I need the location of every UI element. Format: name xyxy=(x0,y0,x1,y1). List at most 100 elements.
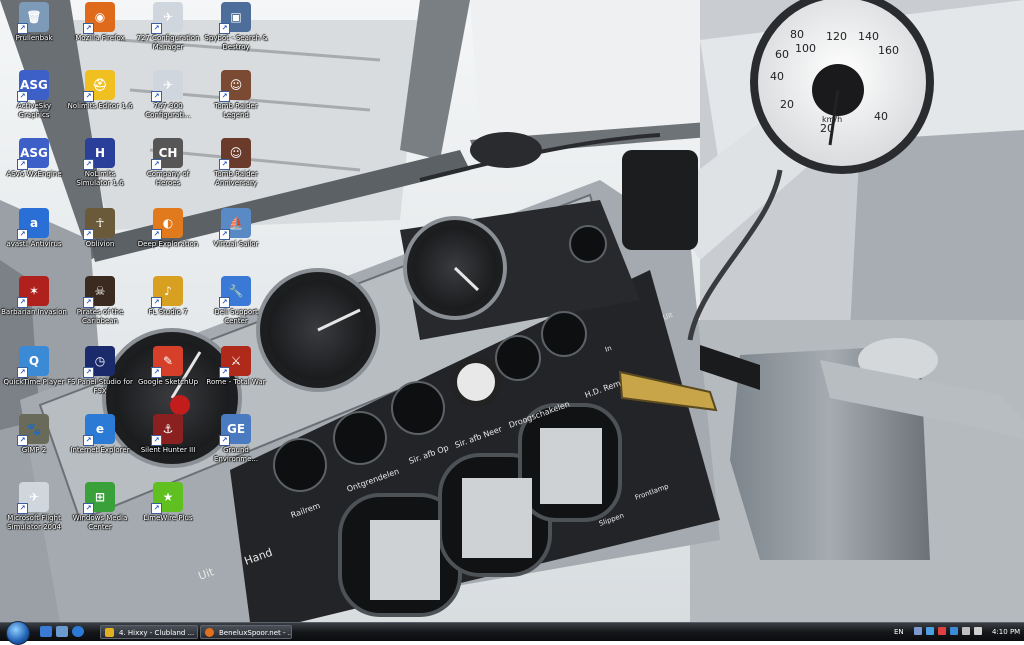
network-icon[interactable] xyxy=(926,627,934,635)
shortcut-arrow-icon: ↗ xyxy=(219,91,230,102)
desktop-icon[interactable]: 🐾 ↗ GIMP 2 xyxy=(0,412,68,478)
desktop-icon-label: Barbarian Invasion xyxy=(1,308,67,316)
silent-hunter-icon: ⚓ ↗ xyxy=(151,414,183,446)
flight-sim-icon: ✈ ↗ xyxy=(17,482,49,514)
desktop-icon-label: NoLimits Simulator 1.6 xyxy=(76,170,124,187)
shortcut-arrow-icon: ↗ xyxy=(151,91,162,102)
quicktime-icon: Q ↗ xyxy=(17,346,49,378)
firefox-icon: ◉ ↗ xyxy=(83,2,115,34)
shortcut-arrow-icon: ↗ xyxy=(83,367,94,378)
desktop-icon-label: Spybot - Search & Destroy xyxy=(204,34,268,51)
avast-icon: a ↗ xyxy=(17,208,49,240)
shortcut-arrow-icon: ↗ xyxy=(151,23,162,34)
desktop-icon[interactable]: ♪ ↗ FL Studio 7 xyxy=(134,274,202,340)
taskbar: 4. Hixxy - Clubland ... BeneluxSpoor.net… xyxy=(0,621,1024,645)
desktop-icon[interactable]: ◷ ↗ FS Panel Studio for FSX xyxy=(66,344,134,410)
desktop-icon-label: ActiveSky Graphics xyxy=(16,102,52,119)
desktop-icon[interactable]: ▣ ↗ Spybot - Search & Destroy xyxy=(202,0,270,66)
security-icon[interactable] xyxy=(938,627,946,635)
desktop-icon[interactable]: ☠ ↗ Pirates of the Caribbean xyxy=(66,274,134,340)
shortcut-arrow-icon: ↗ xyxy=(17,435,28,446)
desktop-icon-label: Pirates of the Caribbean xyxy=(76,308,124,325)
desktop-icon[interactable]: 🗑 ↗ Prullenbak xyxy=(0,0,68,66)
shortcut-arrow-icon: ↗ xyxy=(219,229,230,240)
fl-studio-icon: ♪ ↗ xyxy=(151,276,183,308)
shortcut-arrow-icon: ↗ xyxy=(83,229,94,240)
taskbar-button-beneluxspoor[interactable]: BeneluxSpoor.net - ... xyxy=(200,625,292,639)
desktop-icon[interactable]: ⊞ ↗ Windows Media Center xyxy=(66,480,134,546)
desktop-icon[interactable]: ✈ ↗ 767-300 Configurati... xyxy=(134,68,202,134)
desktop-icon[interactable]: ✎ ↗ Google SketchUp xyxy=(134,344,202,410)
desktop-icon[interactable]: H ↗ NoLimits Simulator 1.6 xyxy=(66,136,134,202)
desktop-icon[interactable]: ✈ ↗ Microsoft Flight Simulator 2004 xyxy=(0,480,68,546)
desktop-icon-label: Google SketchUp xyxy=(137,378,199,386)
volume-icon[interactable] xyxy=(962,627,970,635)
desktop-icon[interactable]: GE ↗ Ground Environme... xyxy=(202,412,270,478)
shortcut-arrow-icon: ↗ xyxy=(151,297,162,308)
recycle-bin-icon: 🗑 ↗ xyxy=(17,2,49,34)
desktop-icon[interactable]: ASG ↗ ActiveSky Graphics xyxy=(0,68,68,134)
avast-tray-icon[interactable] xyxy=(950,627,958,635)
desktop-icon-label: Virtual Sailor xyxy=(213,240,259,248)
asg-icon: ASG ↗ xyxy=(17,70,49,102)
desktop-icon[interactable]: a ↗ avast! Antivirus xyxy=(0,206,68,272)
desktop-icon-label: Deep Exploration xyxy=(137,240,199,248)
shortcut-arrow-icon: ↗ xyxy=(83,91,94,102)
rome-icon: ⚔ ↗ xyxy=(219,346,251,378)
desktop-icon[interactable]: ◉ ↗ Mozilla Firefox xyxy=(66,0,134,66)
desktop-icon[interactable]: ☥ ↗ Oblivion xyxy=(66,206,134,272)
start-button[interactable] xyxy=(6,621,30,645)
language-indicator[interactable]: EN xyxy=(894,626,904,638)
shortcut-arrow-icon: ↗ xyxy=(151,159,162,170)
media-center-icon: ⊞ ↗ xyxy=(83,482,115,514)
desktop-icon[interactable]: ⚔ ↗ Rome - Total War xyxy=(202,344,270,410)
desktop-icon[interactable]: ⛑ ↗ Nolimits Editor 1.6 xyxy=(66,68,134,134)
asg-icon: ASG ↗ xyxy=(17,138,49,170)
desktop-icon[interactable]: ★ ↗ LimeWire Plus xyxy=(134,480,202,546)
gimp-icon: 🐾 ↗ xyxy=(17,414,49,446)
desktop-icon-label: Dell Support Center xyxy=(214,308,258,325)
desktop-icon[interactable]: ⛵ ↗ Virtual Sailor xyxy=(202,206,270,272)
shortcut-arrow-icon: ↗ xyxy=(219,297,230,308)
shortcut-arrow-icon: ↗ xyxy=(151,503,162,514)
ie-quicklaunch-icon[interactable] xyxy=(72,626,84,637)
desktop-icon[interactable]: ASG ↗ ASv6 WxEngine xyxy=(0,136,68,202)
desktop-icon[interactable]: ◐ ↗ Deep Exploration xyxy=(134,206,202,272)
speaker-icon[interactable] xyxy=(974,627,982,635)
winamp-icon xyxy=(105,628,114,637)
nolimits-icon: H ↗ xyxy=(83,138,115,170)
clock[interactable]: 4:10 PM xyxy=(992,626,1020,638)
taskbar-button-clubland[interactable]: 4. Hixxy - Clubland ... xyxy=(100,625,198,639)
shortcut-arrow-icon: ↗ xyxy=(151,435,162,446)
shortcut-arrow-icon: ↗ xyxy=(17,159,28,170)
desktop-icon[interactable]: ✶ ↗ Barbarian Invasion xyxy=(0,274,68,340)
desktop-icon[interactable]: ☺ ↗ Tomb Raider Anniversary xyxy=(202,136,270,202)
desktop-icon-label: 767-300 Configurati... xyxy=(145,102,191,119)
shortcut-arrow-icon: ↗ xyxy=(17,297,28,308)
desktop-icon-label: avast! Antivirus xyxy=(6,240,62,248)
tray-arrow-icon[interactable] xyxy=(914,627,922,635)
desktop-icon[interactable]: e ↗ Internet Explorer xyxy=(66,412,134,478)
shortcut-arrow-icon: ↗ xyxy=(83,23,94,34)
switch-windows-icon[interactable] xyxy=(56,626,68,637)
shortcut-arrow-icon: ↗ xyxy=(17,229,28,240)
oblivion-icon: ☥ ↗ xyxy=(83,208,115,240)
coh-icon: CH ↗ xyxy=(151,138,183,170)
desktop-icon[interactable]: ✈ ↗ 727 Configuration Manager xyxy=(134,0,202,66)
desktop-icon[interactable]: Q ↗ QuickTime Player xyxy=(0,344,68,410)
shortcut-arrow-icon: ↗ xyxy=(17,91,28,102)
desktop-icon[interactable]: ☺ ↗ Tomb Raider Legend xyxy=(202,68,270,134)
show-desktop-icon[interactable] xyxy=(40,626,52,637)
desktop-icon-label: 727 Configuration Manager xyxy=(136,34,200,51)
desktop-icon-label: GIMP 2 xyxy=(21,446,47,454)
desktop-icon[interactable]: 🔧 ↗ Dell Support Center xyxy=(202,274,270,340)
desktop-icon-label: Silent Hunter III xyxy=(140,446,196,454)
shortcut-arrow-icon: ↗ xyxy=(219,23,230,34)
sketchup-icon: ✎ ↗ xyxy=(151,346,183,378)
airplane-icon: ✈ ↗ xyxy=(151,70,183,102)
desktop-icon-label: Oblivion xyxy=(85,240,115,248)
tomb-raider-icon: ☺ ↗ xyxy=(219,138,251,170)
desktop-icon-label: Tomb Raider Legend xyxy=(214,102,258,119)
desktop-icon[interactable]: CH ↗ Company of Heroes xyxy=(134,136,202,202)
desktop-icon[interactable]: ⚓ ↗ Silent Hunter III xyxy=(134,412,202,478)
